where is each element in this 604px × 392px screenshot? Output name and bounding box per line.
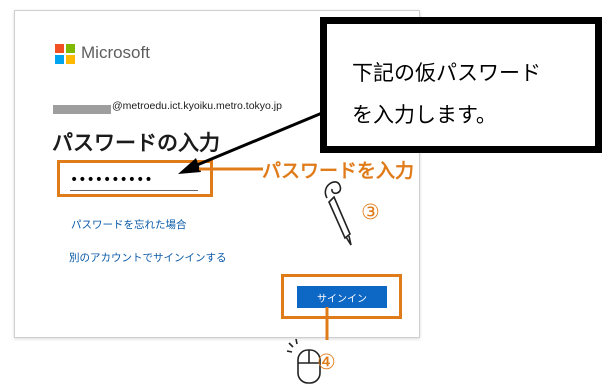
instruction-callout: 下記の仮パスワード を入力します。 [320, 17, 602, 153]
signin-button-highlight: サインイン [281, 274, 402, 319]
password-input[interactable] [70, 170, 198, 191]
account-redaction [53, 105, 111, 114]
microsoft-logo-icon [55, 44, 75, 64]
signin-button[interactable]: サインイン [297, 286, 387, 308]
step-3-marker: ③ [361, 200, 380, 224]
password-field-highlight [57, 160, 213, 197]
forgot-password-link[interactable]: パスワードを忘れた場合 [71, 217, 187, 232]
callout-text-line2: を入力します。 [352, 103, 497, 127]
callout-text-line1: 下記の仮パスワード [352, 61, 541, 85]
account-email: @metroedu.ict.kyoiku.metro.tokyo.jp [112, 100, 282, 112]
password-annotation-label: パスワードを入力 [262, 160, 415, 182]
page-title: パスワードの入力 [52, 131, 220, 155]
mouse-icon [286, 338, 321, 384]
other-account-link[interactable]: 別のアカウントでサインインする [69, 250, 227, 265]
step-4-marker: ④ [317, 350, 336, 374]
brand-name: Microsoft [81, 43, 150, 62]
